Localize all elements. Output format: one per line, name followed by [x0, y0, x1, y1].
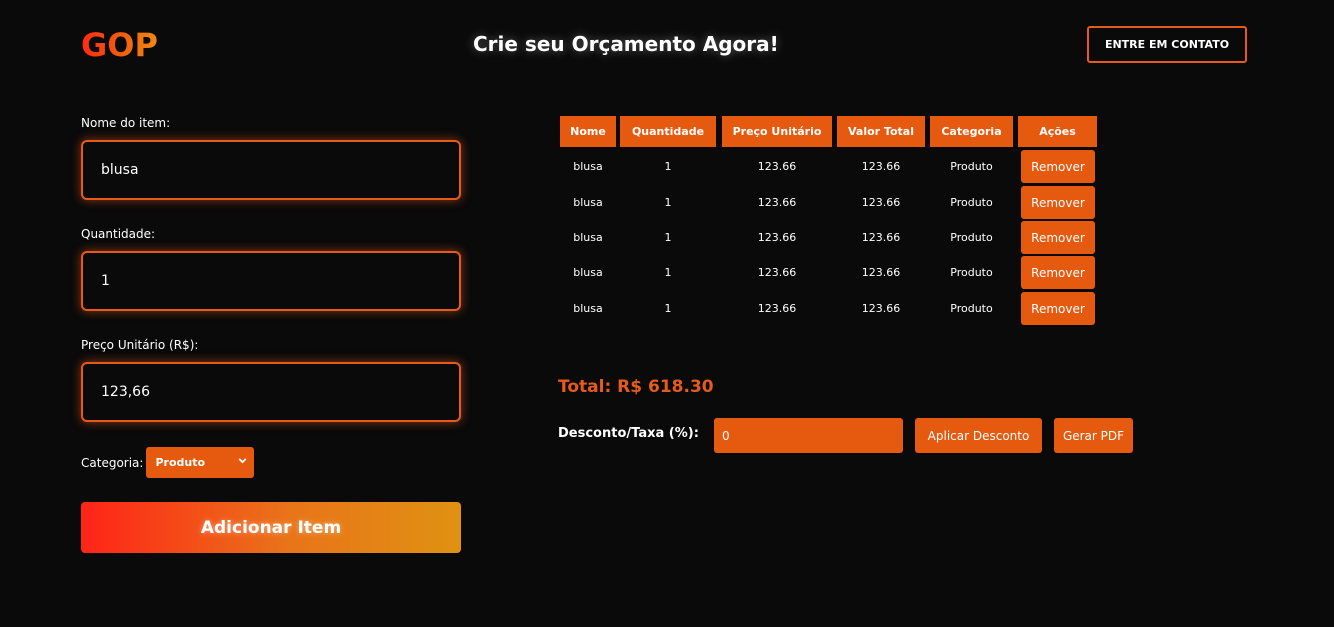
header-total-value: Valor Total [837, 116, 925, 147]
apply-discount-button[interactable]: Aplicar Desconto [915, 418, 1042, 453]
table-cell-quantity: 1 [664, 231, 672, 244]
category-select[interactable]: Produto [146, 447, 255, 478]
generate-pdf-button[interactable]: Gerar PDF [1054, 418, 1133, 453]
remove-button[interactable]: Remover [1021, 256, 1095, 289]
table-cell-unit-price: 123.66 [757, 302, 797, 315]
table-cell-unit-price: 123.66 [757, 266, 797, 279]
table-cell-quantity: 1 [664, 266, 672, 279]
table-cell-name: blusa [573, 302, 603, 315]
category-label: Categoria: [81, 455, 144, 470]
add-item-button[interactable]: Adicionar Item [81, 502, 461, 553]
remove-button[interactable]: Remover [1021, 221, 1095, 254]
quantity-input[interactable]: 1 [81, 251, 461, 311]
table-cell-unit-price: 123.66 [757, 231, 797, 244]
unit-price-label: Preço Unitário (R$): [81, 338, 199, 352]
table-cell-quantity: 1 [664, 196, 672, 209]
table-cell-name: blusa [573, 266, 603, 279]
contact-button[interactable]: ENTRE EM CONTATO [1087, 26, 1247, 63]
table-cell-total: 123.66 [861, 266, 901, 279]
table-cell-total: 123.66 [861, 231, 901, 244]
table-cell-category: Produto [950, 196, 993, 209]
category-selected-value: Produto [155, 456, 206, 469]
table-cell-total: 123.66 [861, 160, 901, 173]
table-cell-quantity: 1 [664, 160, 672, 173]
table-cell-category: Produto [950, 231, 993, 244]
table-cell-name: blusa [573, 196, 603, 209]
page-headline: Crie seu Orçamento Agora! [473, 32, 779, 56]
table-cell-category: Produto [950, 160, 993, 173]
table-cell-total: 123.66 [861, 302, 901, 315]
item-name-label: Nome do item: [81, 116, 171, 130]
table-cell-quantity: 1 [664, 302, 672, 315]
table-cell-unit-price: 123.66 [757, 160, 797, 173]
discount-label: Desconto/Taxa (%): [558, 426, 699, 441]
table-cell-category: Produto [950, 266, 993, 279]
table-cell-name: blusa [573, 231, 603, 244]
chevron-down-icon [239, 458, 247, 464]
header-unit-price: Preço Unitário [722, 116, 832, 147]
unit-price-input[interactable]: 123,66 [81, 362, 461, 422]
table-cell-total: 123.66 [861, 196, 901, 209]
page: GOP Crie seu Orçamento Agora! ENTRE EM C… [0, 0, 1334, 627]
discount-input[interactable]: 0 [714, 418, 903, 453]
category-row: Categoria: Produto [81, 447, 255, 478]
logo[interactable]: GOP [81, 26, 158, 64]
table-cell-unit-price: 123.66 [757, 196, 797, 209]
remove-button[interactable]: Remover [1021, 292, 1095, 325]
remove-button[interactable]: Remover [1021, 186, 1095, 219]
header-actions: Ações [1018, 116, 1097, 147]
item-name-input[interactable]: blusa [81, 140, 461, 200]
quantity-label: Quantidade: [81, 227, 156, 241]
remove-button[interactable]: Remover [1021, 150, 1095, 183]
total-amount: Total: R$ 618.30 [558, 377, 714, 397]
header-category: Categoria [930, 116, 1013, 147]
header-name: Nome [560, 116, 616, 147]
table-cell-name: blusa [573, 160, 603, 173]
header-quantity: Quantidade [620, 116, 716, 147]
table-cell-category: Produto [950, 302, 993, 315]
